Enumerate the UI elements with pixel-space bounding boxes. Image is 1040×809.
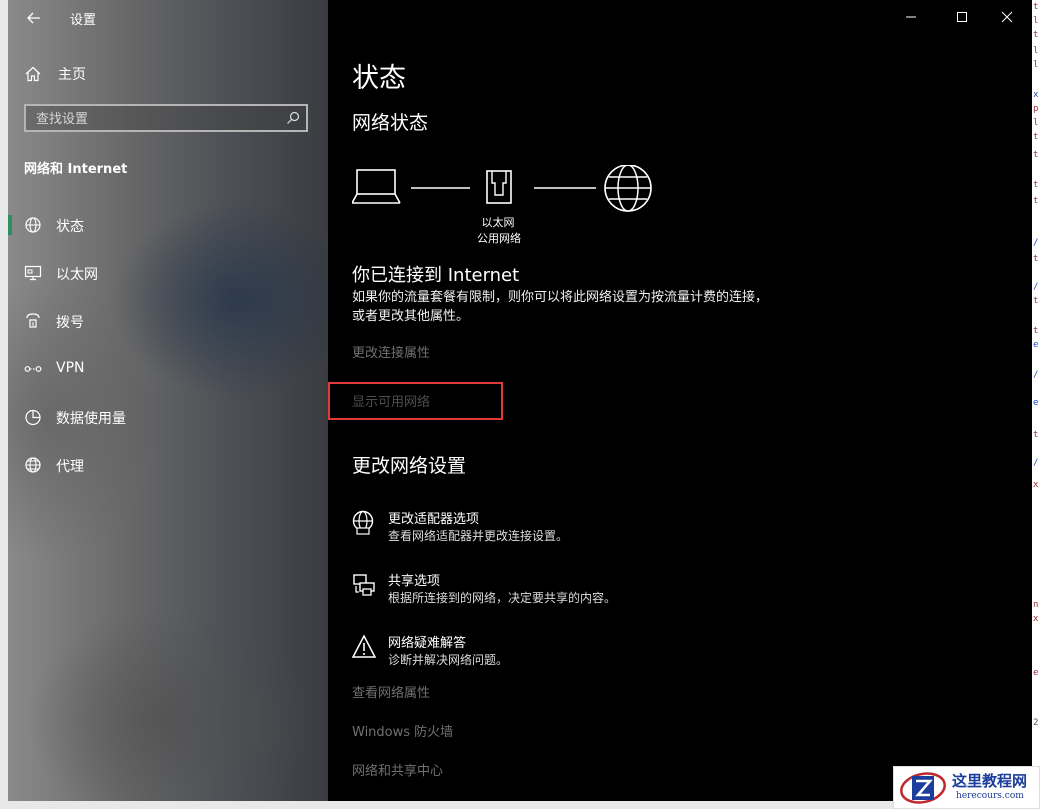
- option-title: 更改适配器选项: [388, 512, 480, 527]
- sidebar-item-proxy[interactable]: 代理: [8, 445, 328, 485]
- watermark-badge: 这里教程网 herecours.com: [893, 766, 1040, 809]
- minimize-icon: [906, 16, 916, 18]
- phone-dialup-icon: [26, 313, 40, 328]
- connected-heading: 你已连接到 Internet: [352, 265, 520, 286]
- background-bottom-edge: [0, 801, 1040, 809]
- option-description: 诊断并解决网络问题。: [388, 653, 509, 667]
- network-sharing-center-link[interactable]: 网络和共享中心: [352, 760, 443, 779]
- option-title: 共享选项: [388, 574, 441, 589]
- adapter-options-item[interactable]: 更改适配器选项 查看网络适配器并更改连接设置。: [352, 508, 852, 548]
- change-network-settings-heading: 更改网络设置: [352, 455, 467, 477]
- sidebar-item-dialup[interactable]: 拨号: [8, 301, 328, 341]
- sidebar-item-label: 代理: [56, 459, 84, 475]
- watermark-url: herecours.com: [956, 791, 1024, 801]
- back-button[interactable]: [22, 6, 46, 30]
- show-available-networks-link[interactable]: 显示可用网络: [352, 391, 430, 410]
- globe-status-icon: [25, 217, 41, 233]
- option-description: 查看网络适配器并更改连接设置。: [388, 529, 569, 543]
- close-button[interactable]: [984, 0, 1030, 34]
- maximize-button[interactable]: [939, 0, 985, 34]
- warning-triangle-icon: [352, 634, 376, 658]
- option-title: 网络疑难解答: [388, 636, 467, 651]
- search-box[interactable]: [24, 104, 308, 132]
- sidebar-item-data-usage[interactable]: 数据使用量: [8, 397, 328, 437]
- close-icon: [1001, 11, 1013, 23]
- ethernet-port-icon: [486, 170, 512, 204]
- sidebar-item-home[interactable]: 主页: [24, 62, 86, 86]
- minimize-button[interactable]: [888, 0, 934, 34]
- sidebar-item-status[interactable]: 状态: [8, 205, 328, 245]
- network-type-label: 公用网络: [477, 232, 521, 245]
- sidebar-section-title: 网络和 Internet: [24, 162, 128, 177]
- sidebar-item-label: 主页: [58, 67, 86, 83]
- back-arrow-icon: [27, 12, 40, 24]
- search-icon[interactable]: [286, 111, 300, 125]
- internet-globe-icon: [604, 165, 652, 212]
- globe-proxy-icon: [25, 457, 41, 473]
- sidebar-item-vpn[interactable]: VPN: [8, 349, 328, 389]
- ethernet-monitor-icon: [24, 265, 42, 281]
- title-bar-left: 设置: [8, 0, 328, 36]
- watermark-title: 这里教程网: [952, 772, 1028, 790]
- option-description: 根据所连接到的网络，决定要共享的内容。: [388, 591, 617, 605]
- app-title: 设置: [70, 13, 97, 28]
- troubleshoot-item[interactable]: 网络疑难解答 诊断并解决网络问题。: [352, 632, 852, 672]
- search-input[interactable]: [34, 108, 278, 130]
- main-content: 状态 网络状态 以太网 公用网络 你已连接到 Internet 如果你的流量套餐…: [328, 0, 1032, 801]
- sidebar-item-ethernet[interactable]: 以太网: [8, 253, 328, 293]
- background-editor-strip: t l t l l x p l t t t t / t / t t e / e …: [1032, 0, 1040, 809]
- vpn-icon: [24, 366, 42, 372]
- adapter-name-label: 以太网: [481, 216, 515, 229]
- background-window-edge: [0, 0, 8, 809]
- view-network-properties-link[interactable]: 查看网络属性: [352, 682, 430, 701]
- windows-firewall-link[interactable]: Windows 防火墙: [352, 721, 453, 740]
- settings-window: 设置 主页 网络和 Internet 状态: [8, 0, 1032, 801]
- home-icon: [25, 66, 41, 82]
- data-usage-pie-icon: [25, 409, 41, 426]
- sharing-options-item[interactable]: 共享选项 根据所连接到的网络，决定要共享的内容。: [352, 570, 852, 610]
- adapter-globe-icon: [352, 510, 374, 535]
- watermark-logo-icon: [900, 772, 946, 804]
- selected-indicator: [8, 215, 12, 235]
- sidebar-item-label: 状态: [56, 219, 84, 235]
- network-status-heading: 网络状态: [352, 112, 429, 134]
- sidebar-item-label: 数据使用量: [56, 411, 126, 427]
- laptop-icon: [352, 169, 401, 204]
- connected-description: 如果你的流量套餐有限制，则你可以将此网络设置为按流量计费的连接，或者更改其他属性…: [352, 290, 769, 324]
- sidebar-item-label: 以太网: [56, 267, 98, 283]
- sharing-printer-icon: [353, 574, 375, 596]
- sidebar-item-label: VPN: [56, 360, 85, 376]
- maximize-icon: [957, 12, 967, 22]
- sidebar: 设置 主页 网络和 Internet 状态: [8, 0, 328, 801]
- sidebar-item-label: 拨号: [56, 315, 84, 331]
- change-connection-properties-link[interactable]: 更改连接属性: [352, 342, 430, 361]
- page-title: 状态: [352, 63, 406, 94]
